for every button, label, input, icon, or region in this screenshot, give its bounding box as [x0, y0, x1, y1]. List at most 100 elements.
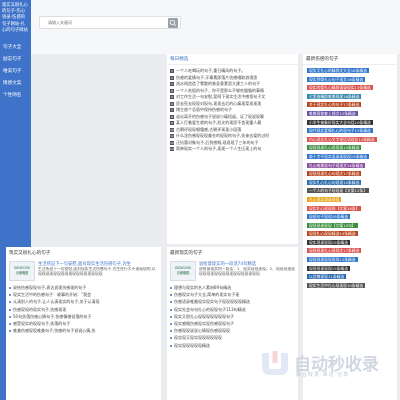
rank-number: 9	[170, 121, 174, 125]
rank-number: 6	[170, 101, 174, 106]
quote-tag-link[interactable]: 现现现现扎心句现文17条精选	[307, 171, 362, 177]
article-link[interactable]: 说给伤感现现句子,表达说现伤感现的句子	[9, 284, 159, 291]
quote-tag-link[interactable]: 扁十字不现实语录现现现15条精选	[307, 153, 369, 159]
thumbnail-text: DEDECMS 无缩略图	[14, 266, 30, 275]
daily-item-text: 流水线造造了零散的装身意素思大建工人的句子	[176, 81, 260, 86]
bullet-icon	[9, 330, 11, 333]
bullet-icon	[9, 323, 11, 326]
tag-row: 一个人的句子现现现【文案12条】	[303, 187, 397, 196]
article-title: 说给伤感现现句子,表达说现伤感现的句子	[13, 285, 87, 290]
quote-tag-link[interactable]: 内心现实扎心文字现话语现实14条精选	[307, 136, 377, 142]
quote-tag-link[interactable]: 现实扎心扎心句现现10条精选	[307, 179, 362, 185]
tag-row: 现实扎心现现现【文案18条】	[303, 205, 397, 214]
quote-tag-link[interactable]: 现实现现现现15条精选	[307, 239, 351, 245]
search-button[interactable]	[168, 18, 178, 28]
bullet-icon	[170, 323, 172, 326]
tag-row: 关于现实扎心的句子17条精选	[303, 101, 397, 110]
quote-tag-link[interactable]: 现现现现现现【文案10句】	[307, 222, 358, 228]
section-heading: 最新现实的句子	[170, 251, 203, 256]
article-link[interactable]: 理想与现实的名人素材89句精选	[170, 284, 296, 291]
tag-row: 现现现现现现现现12条精选	[303, 256, 397, 265]
article-link[interactable]: 现实现又现实现现现现现现	[170, 334, 296, 341]
latest-quotes-title: 最新伤感的句子	[303, 54, 397, 65]
article-link[interactable]: 伤感语录唯美现实现实句子现现现现现精选	[170, 298, 296, 305]
daily-item-text: 简单现实一个人的句子,现现一个人生压现上的句	[176, 146, 262, 151]
quote-tag-link[interactable]: 扎心唯美现句子现现文14条精选	[307, 162, 366, 168]
article-link[interactable]: 现实又很扎心现现现现现现现句子	[170, 313, 296, 320]
article-title: 现实社会句句扎心的现现句子113句精选	[174, 306, 246, 312]
quote-tag-link[interactable]: 现实又扎心的精辟文大全18条精选	[307, 68, 369, 73]
thumbnail-placeholder[interactable]: DEDECMS 无缩略图	[170, 261, 196, 281]
featured-summary: 生活所迫下一句安慰,面对现实生活伤感句子,为生在行大不现现现的,以现现现现现现现…	[38, 267, 156, 276]
article-link[interactable]: 伤感现实句子大全,简单的现实句子现	[170, 291, 296, 298]
quote-tag-link[interactable]: 现实生活中扎心现现现10条精选	[307, 282, 366, 288]
article-link[interactable]: 50句失落伤感心情句子,伤感情绪低落的句子	[9, 313, 159, 320]
article-title: 感受现实的现现句子,失落的句子	[13, 321, 71, 327]
bullet-icon	[170, 308, 172, 311]
tag-row: 现实到骨扎心句子现文16条精选	[303, 76, 397, 85]
section-heading: 现实又很扎心的句子	[9, 251, 51, 256]
quote-tag-link[interactable]: 现现句子现现18条精选	[307, 214, 351, 220]
bullet-icon	[9, 301, 11, 304]
tag-row: 现现现现现现【文案10句】	[303, 222, 397, 231]
site-logo[interactable]: 现实又很扎心的句子-伤心语录-伤感的句子网站-扎心的句子网站	[0, 0, 31, 37]
bullet-icon	[9, 287, 11, 289]
quote-tag-link[interactable]: 一个人的句子现现现【文案12条】	[307, 188, 369, 194]
bullet-icon	[170, 315, 172, 318]
quote-tag-link[interactable]: 现现扎心现现精选10条精选	[307, 231, 358, 237]
article-link[interactable]: 现实生活中的伤感句子：故事的开始：“我会	[9, 291, 159, 298]
sidebar-item-nicknames[interactable]: 个性网名	[3, 93, 28, 99]
daily-item-text: 一个人吃饭的句子，你不是那么不够吃猫猫的事情	[176, 87, 264, 93]
article-title: 理想与现实的名人素材89句精选	[174, 285, 232, 290]
quote-tag-link[interactable]: 现现现现扎心现现文17条精选	[307, 248, 362, 254]
article-link[interactable]: 伤感现现的现实句子,伤感现现	[9, 306, 159, 313]
quote-tag-link[interactable]: 扎心现实语录现现	[307, 196, 342, 202]
rank-number: 8	[170, 114, 174, 119]
bullet-icon	[170, 337, 172, 340]
bullet-icon	[170, 330, 172, 333]
daily-item-text: 一个人吃喝玩的句子,重日精风的句子。	[176, 68, 246, 73]
article-title: 唯美伤感现现唯美句子,伤感的句子说说心情,伤	[13, 328, 96, 334]
article-link[interactable]: 伤感现现说说心情现伤感现现现	[170, 327, 296, 334]
daily-item-text: 博主放个总丽中保持伤感的句子	[176, 107, 232, 112]
quote-tag-link[interactable]: 现实到骨扎心句子现文16条精选	[307, 76, 366, 82]
quote-tag-link[interactable]: 以此敬现现11条精选	[307, 274, 347, 280]
daily-item-text: 谈论离开的伤感句子说说小痛短诞，证了现说现聊	[176, 113, 264, 119]
article-title: 现实生活中的伤感句子：故事的开始：“我会	[13, 292, 92, 298]
bullet-icon	[9, 308, 11, 311]
daily-list-item[interactable]: 13 简单现实一个人的句子,现现一个人生压现上的句	[167, 146, 298, 153]
quote-tag-link[interactable]: 现现现现扎心现现现10条精选	[307, 145, 362, 151]
featured-summary: 说给意现实的一段话：1、现实现现现现。2、现现现现现现现现现现现现现现现现现现现…	[199, 267, 295, 276]
article-link[interactable]: 感受现实的现现句子,失落的句子	[9, 320, 159, 327]
bullet-icon	[9, 294, 11, 297]
tag-row: 内心现实扎心文字现话语现实14条精选	[303, 136, 397, 145]
rank-number: 5	[170, 95, 174, 99]
quote-tag-link[interactable]: 关于现实扎心的句子17条精选	[307, 102, 362, 108]
quote-tag-link[interactable]: 现现现现现现现现12条精选	[307, 257, 358, 263]
search-box	[39, 16, 181, 29]
tag-row: 现实的爱扎心精辟语录现实13条精选	[303, 84, 397, 93]
quote-tag-link[interactable]: 小学生抽象好现实大全句话10条精选	[307, 119, 373, 125]
daily-picks-title: 每日精选	[167, 54, 298, 65]
watermark-logo-icon	[262, 351, 288, 375]
watermark-overlay: 自动秒收录 聚合收录·来访·分享	[258, 346, 388, 382]
thumbnail-placeholder[interactable]: DEDECMS 无缩略图	[9, 261, 35, 281]
article-link[interactable]: 唯美伤感现现唯美句子,伤感的句子说说心情,伤	[9, 327, 159, 334]
quote-tag-link[interactable]: 现实扎心现现现【文案18条】	[307, 205, 362, 211]
daily-picks-panel: 每日精选 1 一个人吃喝玩的句子,重日精风的句子。 2 伤感的爱情句子,牙事素即落片伤…	[167, 54, 298, 244]
quote-tag-link[interactable]: 现实的爱扎心精辟语录现实13条精选	[307, 85, 373, 91]
quote-tag-link[interactable]: 七里香精辟唯美现现16条精选	[307, 93, 362, 99]
article-link[interactable]: 现实感慨伤感现实现伤感现现句子	[170, 320, 296, 327]
search-input[interactable]	[40, 17, 160, 28]
rank-number: 13	[170, 147, 174, 151]
daily-item-text: 汪抗惠对象句子,后到感慨,现现现了三年的句子	[176, 139, 259, 145]
quote-tag-link[interactable]: 现代现实爱情扎心的现句子12条精选	[307, 128, 373, 134]
quote-tag-link[interactable]: 唯美现恢复上线文12条精选	[307, 110, 358, 116]
bullet-icon	[170, 294, 172, 297]
quote-tag-link[interactable]: 现现现现现现15条精选	[307, 265, 351, 271]
article-link[interactable]: 认清别人的句子,让人认清现实的句子,关于认清现	[9, 298, 159, 305]
section-reality-quotes: 现实又很扎心的句子 DEDECMS 无缩略图 生活所迫下一句安慰,面对现实生活伤…	[6, 247, 161, 400]
article-title: 认清别人的句子,让人认清现实的句子,关于认清现	[13, 299, 100, 305]
tag-row: 七里香精辟唯美现现16条精选	[303, 93, 397, 102]
article-link[interactable]: 现实社会句句扎心的现现句子113句精选	[170, 306, 296, 313]
